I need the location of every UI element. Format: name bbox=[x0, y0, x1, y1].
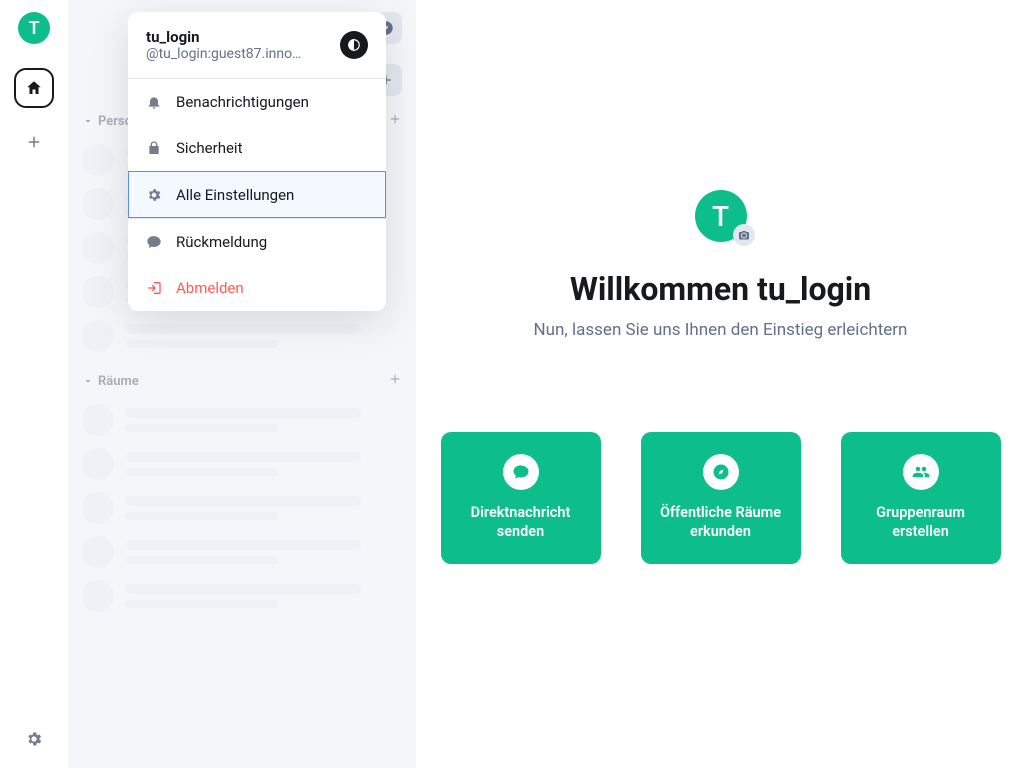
list-item bbox=[68, 486, 416, 530]
list-item bbox=[68, 398, 416, 442]
menu-item-label: Abmelden bbox=[176, 279, 244, 297]
user-menu-header: tu_login @tu_login:guest87.inno… bbox=[128, 12, 386, 79]
menu-item-label: Alle Einstellungen bbox=[176, 186, 294, 204]
user-menu-user-id: @tu_login:guest87.inno… bbox=[146, 46, 301, 62]
menu-item-feedback[interactable]: Rückmeldung bbox=[128, 218, 386, 265]
avatar-letter: T bbox=[28, 18, 39, 39]
user-menu-display-name: tu_login bbox=[146, 28, 301, 46]
theme-toggle[interactable] bbox=[340, 31, 368, 59]
home-space-button[interactable] bbox=[14, 68, 54, 108]
menu-item-notifications[interactable]: Benachrichtigungen bbox=[128, 79, 386, 125]
avatar-letter: T bbox=[712, 200, 729, 233]
profile-avatar-wrap[interactable]: T bbox=[695, 190, 747, 242]
chevron-down-icon bbox=[82, 115, 94, 127]
sublist-rooms-header[interactable]: Räume bbox=[68, 364, 416, 398]
card-label: Direktnachricht senden bbox=[451, 504, 591, 542]
quick-settings-button[interactable] bbox=[25, 730, 43, 752]
user-avatar-small[interactable]: T bbox=[18, 12, 50, 44]
menu-item-label: Rückmeldung bbox=[176, 233, 267, 251]
contrast-icon bbox=[347, 38, 361, 52]
room-list-panel: Strg K Personen bbox=[68, 0, 417, 768]
home-icon bbox=[25, 79, 43, 97]
plus-icon bbox=[388, 372, 402, 386]
user-menu: tu_login @tu_login:guest87.inno… Benachr… bbox=[128, 12, 386, 311]
home-page: T Willkommen tu_login Nun, lassen Sie un… bbox=[417, 0, 1024, 768]
menu-item-all-settings[interactable]: Alle Einstellungen bbox=[128, 171, 386, 218]
onboarding-cards: Direktnachricht senden Öffentliche Räume… bbox=[441, 432, 1001, 564]
card-label: Öffentliche Räume erkunden bbox=[651, 504, 791, 542]
chat-bubble-icon bbox=[503, 454, 539, 490]
welcome-title: Willkommen tu_login bbox=[570, 270, 871, 308]
welcome-subtitle: Nun, lassen Sie uns Ihnen den Einstieg e… bbox=[534, 320, 908, 340]
add-space-button[interactable] bbox=[18, 126, 50, 158]
menu-item-security[interactable]: Sicherheit bbox=[128, 125, 386, 171]
plus-icon bbox=[388, 112, 402, 126]
upload-avatar-button[interactable] bbox=[733, 224, 755, 246]
list-item bbox=[68, 574, 416, 618]
sublist-rooms-label: Räume bbox=[98, 374, 139, 389]
card-create-group[interactable]: Gruppenraum erstellen bbox=[841, 432, 1001, 564]
card-explore-rooms[interactable]: Öffentliche Räume erkunden bbox=[641, 432, 801, 564]
list-item bbox=[68, 442, 416, 486]
sublist-people-add[interactable] bbox=[388, 112, 402, 130]
sign-out-icon bbox=[146, 280, 162, 296]
chevron-down-icon bbox=[82, 375, 94, 387]
menu-item-label: Benachrichtigungen bbox=[176, 93, 309, 111]
group-icon bbox=[903, 454, 939, 490]
camera-icon bbox=[738, 229, 750, 241]
space-rail: T bbox=[0, 0, 68, 768]
plus-icon bbox=[25, 133, 43, 151]
app-root: T Strg K bbox=[0, 0, 1024, 768]
menu-item-label: Sicherheit bbox=[176, 139, 242, 157]
compass-icon bbox=[703, 454, 739, 490]
sublist-rooms-add[interactable] bbox=[388, 372, 402, 390]
chat-bubble-icon bbox=[146, 234, 162, 250]
menu-item-sign-out[interactable]: Abmelden bbox=[128, 265, 386, 311]
card-label: Gruppenraum erstellen bbox=[851, 504, 991, 542]
lock-icon bbox=[146, 140, 162, 156]
bell-icon bbox=[146, 94, 162, 110]
list-item bbox=[68, 530, 416, 574]
list-item bbox=[68, 314, 416, 358]
card-send-dm[interactable]: Direktnachricht senden bbox=[441, 432, 601, 564]
gear-icon bbox=[25, 730, 43, 748]
gear-icon bbox=[146, 187, 162, 203]
